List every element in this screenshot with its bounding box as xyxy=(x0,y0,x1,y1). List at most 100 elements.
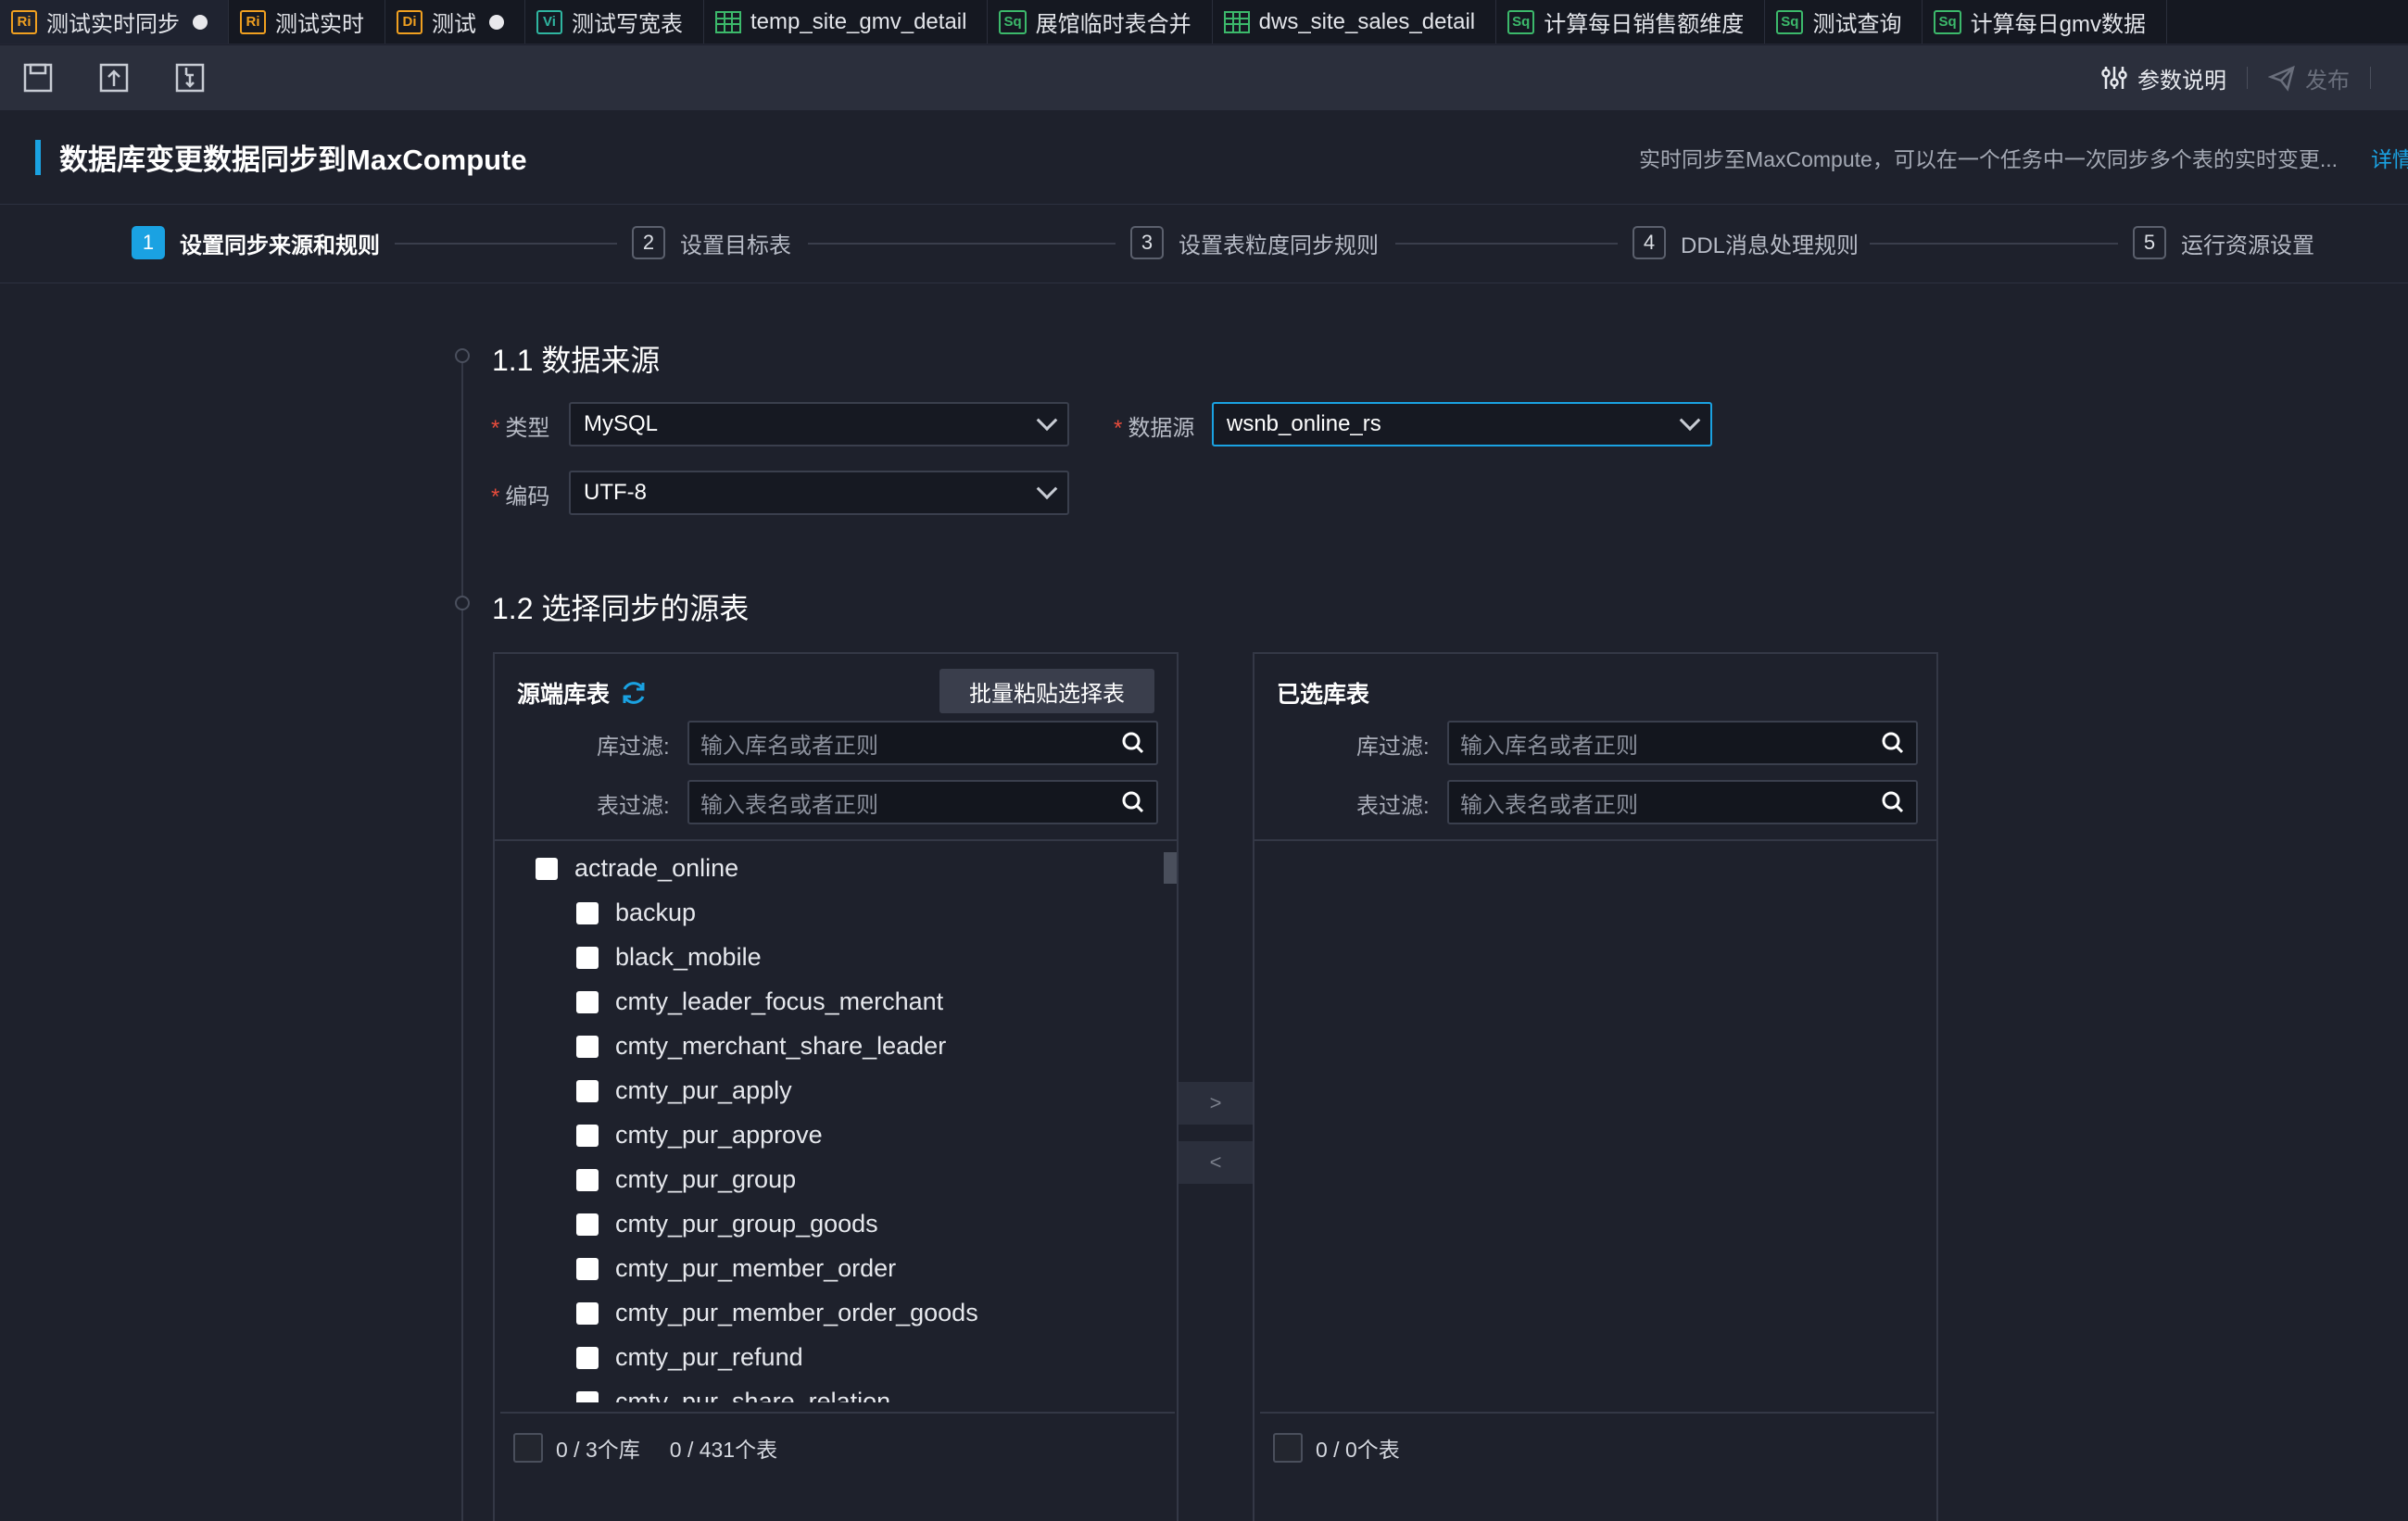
node-type-icon: Sq xyxy=(1776,9,1804,34)
node-type-icon: Sq xyxy=(1507,9,1535,34)
table-row[interactable]: cmty_merchant_share_leader xyxy=(576,1032,946,1061)
section-title-source: 1.1 数据来源 xyxy=(492,344,661,377)
database-checkbox[interactable] xyxy=(536,857,558,880)
table-count: 0 / 431个表 xyxy=(669,1438,778,1462)
editor-tab[interactable]: Ri 测试实时同步 xyxy=(0,0,229,44)
table-row[interactable]: cmty_pur_group xyxy=(576,1165,796,1194)
tab-label: 计算每日销售额维度 xyxy=(1544,12,1745,37)
selected-table-filter-input[interactable]: 输入表名或者正则 xyxy=(1447,780,1918,824)
publish-button[interactable]: 发布 xyxy=(2268,62,2350,94)
table-row[interactable]: cmty_pur_member_order_goods xyxy=(576,1299,978,1327)
search-icon[interactable] xyxy=(1881,790,1905,814)
unsaved-dot-icon[interactable] xyxy=(193,14,208,30)
move-left-button[interactable]: < xyxy=(1179,1141,1253,1184)
table-row[interactable]: black_mobile xyxy=(576,943,762,972)
table-checkbox[interactable] xyxy=(576,1301,599,1325)
database-node[interactable]: actrade_online xyxy=(536,854,738,883)
table-row[interactable]: cmty_pur_approve xyxy=(576,1121,823,1150)
table-name: cmty_pur_group_goods xyxy=(615,1210,878,1238)
refresh-icon[interactable] xyxy=(619,678,649,708)
table-checkbox[interactable] xyxy=(576,1346,599,1369)
table-checkbox[interactable] xyxy=(576,990,599,1013)
toolbar-divider xyxy=(2370,67,2371,89)
details-link[interactable]: 详情 xyxy=(2371,142,2408,173)
table-checkbox[interactable] xyxy=(576,1035,599,1058)
section-title-tables: 1.2 选择同步的源表 xyxy=(492,592,750,625)
table-checkbox[interactable] xyxy=(576,1168,599,1191)
table-name: cmty_pur_group xyxy=(615,1165,797,1193)
tab-label: 展馆临时表合并 xyxy=(1035,12,1191,37)
table-name: cmty_pur_apply xyxy=(615,1076,792,1104)
editor-tab[interactable]: Sq 计算每日销售额维度 xyxy=(1496,0,1766,44)
editor-tab[interactable]: dws_site_sales_detail xyxy=(1213,0,1497,44)
table-checkbox[interactable] xyxy=(576,901,599,924)
table-checkbox[interactable] xyxy=(576,1079,599,1102)
editor-tab[interactable]: Di 测试 xyxy=(385,0,525,44)
table-name: cmty_pur_refund xyxy=(615,1343,803,1371)
lock-button[interactable] xyxy=(169,57,211,99)
submit-button[interactable] xyxy=(93,57,135,99)
editor-tab[interactable]: Sq 计算每日gmv数据 xyxy=(1923,0,2167,44)
table-name: backup xyxy=(615,899,697,926)
table-checkbox[interactable] xyxy=(576,1124,599,1147)
step-3[interactable]: 3 设置表粒度同步规则 xyxy=(1130,226,1379,259)
step-number: 2 xyxy=(632,226,665,259)
tab-label: 测试 xyxy=(432,12,476,37)
type-label: * 类型 xyxy=(491,416,550,441)
sliders-icon xyxy=(2101,67,2127,89)
select-all-checkbox[interactable] xyxy=(1273,1433,1303,1463)
search-icon[interactable] xyxy=(1881,731,1905,755)
step-label: 设置目标表 xyxy=(680,233,791,258)
scrollbar-thumb[interactable] xyxy=(1164,852,1177,884)
table-row[interactable]: cmty_pur_member_order xyxy=(576,1254,896,1283)
save-button[interactable] xyxy=(17,57,59,99)
db-filter-label: 库过滤: xyxy=(1356,735,1430,760)
type-select[interactable]: MySQL xyxy=(569,402,1069,446)
table-row[interactable]: cmty_pur_refund xyxy=(576,1343,803,1372)
table-checkbox[interactable] xyxy=(576,1390,599,1402)
step-label: DDL消息处理规则 xyxy=(1681,233,1860,258)
step-5[interactable]: 5 运行资源设置 xyxy=(2133,226,2314,259)
datasource-label: * 数据源 xyxy=(1114,416,1195,441)
selected-tables-panel: 已选库表 库过滤: 输入库名或者正则 表过滤: 输入表名或者正则 0 / 0个表 xyxy=(1253,652,1938,1521)
table-icon xyxy=(1223,10,1250,33)
table-checkbox[interactable] xyxy=(576,1213,599,1236)
move-right-button[interactable]: > xyxy=(1179,1082,1253,1125)
table-row[interactable]: cmty_pur_apply xyxy=(576,1076,792,1105)
step-2[interactable]: 2 设置目标表 xyxy=(632,226,791,259)
tab-label: 测试实时同步 xyxy=(46,12,180,37)
table-filter-input[interactable]: 输入表名或者正则 xyxy=(687,780,1158,824)
section-timeline xyxy=(461,356,463,1521)
encoding-select[interactable]: UTF-8 xyxy=(569,471,1069,515)
table-row[interactable]: cmty_pur_share_relation xyxy=(576,1388,890,1402)
table-name: cmty_pur_member_order_goods xyxy=(615,1299,978,1326)
datasource-value: wsnb_online_rs xyxy=(1227,411,1381,436)
editor-tab[interactable]: Ri 测试实时 xyxy=(229,0,385,44)
step-1[interactable]: 1 设置同步来源和规则 xyxy=(132,226,380,259)
source-panel-header: 源端库表 批量粘贴选择表 库过滤: 输入库名或者正则 表过滤: 输入表名或者正则 xyxy=(495,654,1177,841)
table-checkbox[interactable] xyxy=(576,946,599,969)
select-all-checkbox[interactable] xyxy=(513,1433,543,1463)
search-icon[interactable] xyxy=(1121,790,1145,814)
table-row[interactable]: cmty_pur_group_goods xyxy=(576,1210,878,1238)
editor-tab[interactable]: Sq 测试查询 xyxy=(1765,0,1923,44)
datasource-select[interactable]: wsnb_online_rs xyxy=(1212,402,1712,446)
editor-tab[interactable]: Vi 测试写宽表 xyxy=(525,0,704,44)
step-4[interactable]: 4 DDL消息处理规则 xyxy=(1633,226,1859,259)
table-row[interactable]: cmty_leader_focus_merchant xyxy=(576,987,943,1016)
source-footer-divider xyxy=(500,1412,1175,1414)
search-icon[interactable] xyxy=(1121,731,1145,755)
db-filter-input[interactable]: 输入库名或者正则 xyxy=(687,721,1158,765)
table-checkbox[interactable] xyxy=(576,1257,599,1280)
editor-tab[interactable]: Sq 展馆临时表合并 xyxy=(988,0,1213,44)
tab-label: 测试查询 xyxy=(1812,12,1902,37)
step-number: 4 xyxy=(1633,226,1666,259)
selected-db-filter-input[interactable]: 输入库名或者正则 xyxy=(1447,721,1918,765)
table-row[interactable]: backup xyxy=(576,899,696,927)
chevron-down-icon xyxy=(1036,478,1058,500)
editor-tab[interactable]: temp_site_gmv_detail xyxy=(704,0,989,44)
batch-paste-button[interactable]: 批量粘贴选择表 xyxy=(939,669,1154,713)
unsaved-dot-icon[interactable] xyxy=(489,14,504,30)
table-name: black_mobile xyxy=(615,943,762,971)
params-button[interactable]: 参数说明 xyxy=(2100,62,2226,94)
